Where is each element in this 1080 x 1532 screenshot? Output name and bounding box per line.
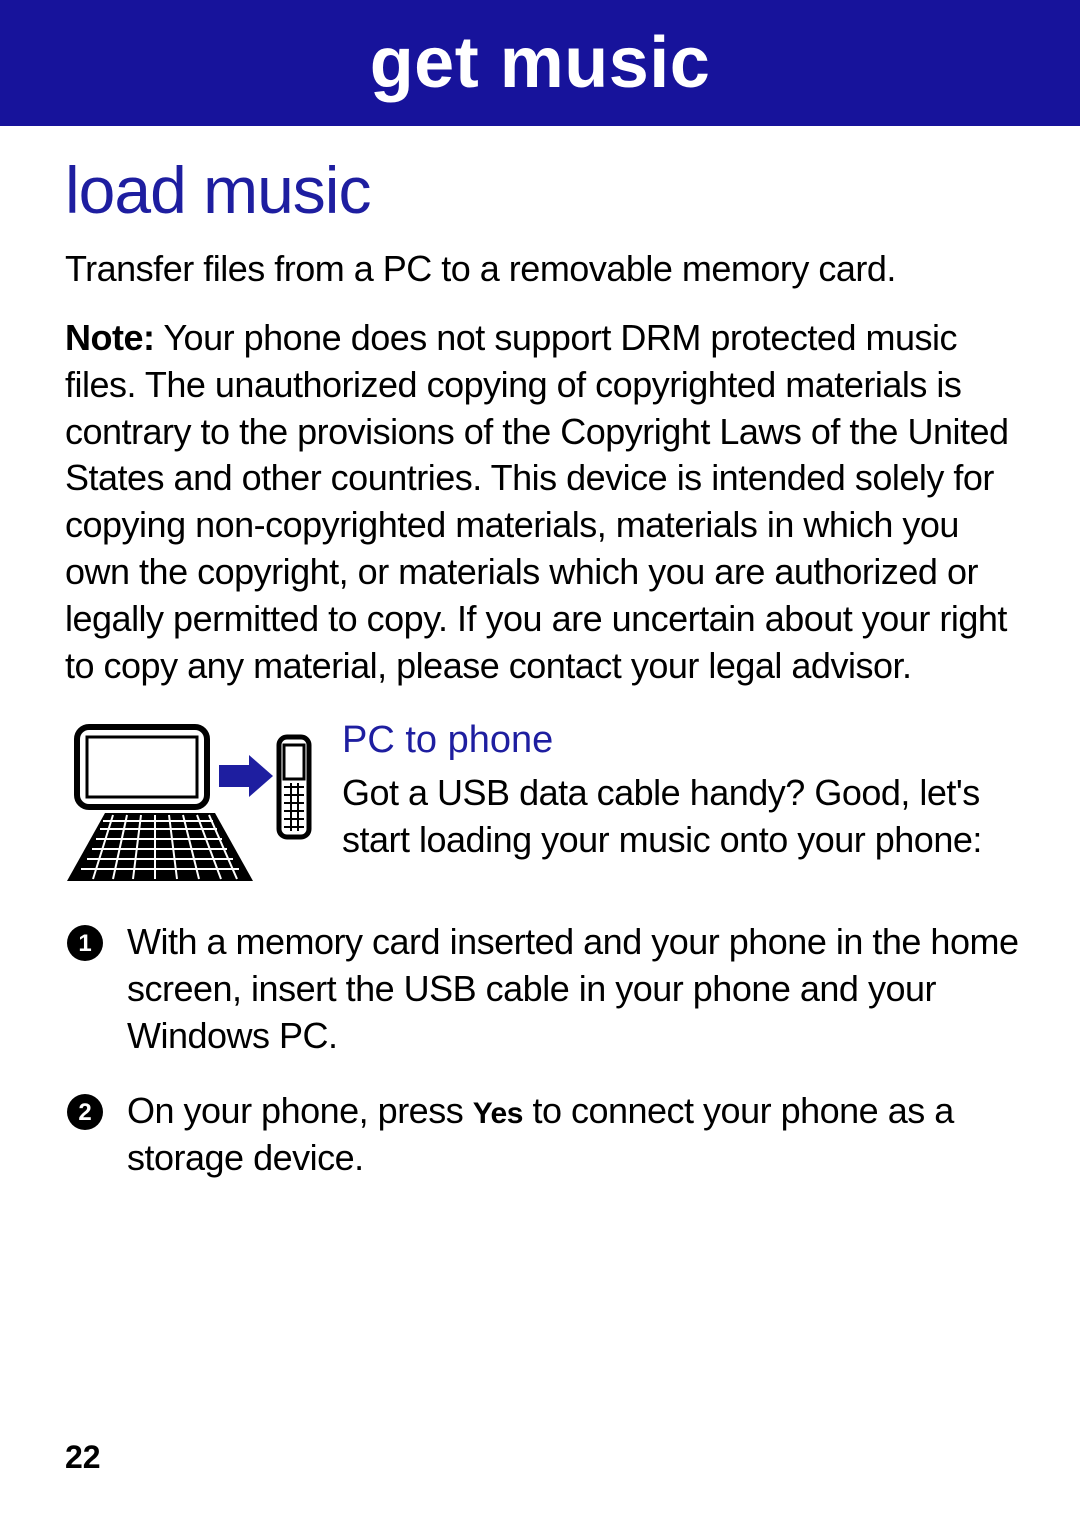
- step-text: On your phone, press Yes to connect your…: [127, 1088, 1025, 1182]
- step-item-2: 2 On your phone, press Yes to connect yo…: [65, 1088, 1025, 1182]
- step-number-icon: 2: [65, 1092, 105, 1132]
- step-item-1: 1 With a memory card inserted and your p…: [65, 919, 1025, 1059]
- svg-text:2: 2: [78, 1099, 91, 1126]
- manual-page: get music load music Transfer files from…: [0, 0, 1080, 1532]
- step-text: With a memory card inserted and your pho…: [127, 919, 1025, 1059]
- intro-text: Transfer files from a PC to a removable …: [65, 246, 1025, 291]
- page-banner: get music: [0, 0, 1080, 126]
- step-list: 1 With a memory card inserted and your p…: [65, 919, 1025, 1181]
- ui-key-yes: Yes: [473, 1097, 523, 1130]
- banner-title: get music: [370, 22, 711, 104]
- pc-to-phone-text: PC to phone Got a USB data cable handy? …: [342, 719, 1025, 864]
- note-paragraph: Note: Your phone does not support DRM pr…: [65, 315, 1025, 689]
- page-number: 22: [65, 1439, 101, 1476]
- step-text-before: On your phone, press: [127, 1090, 473, 1131]
- section-title: load music: [65, 152, 1025, 228]
- subsection-title: PC to phone: [342, 719, 1025, 762]
- note-label: Note:: [65, 317, 155, 358]
- subsection-body: Got a USB data cable handy? Good, let's …: [342, 770, 1025, 864]
- step-number-icon: 1: [65, 923, 105, 963]
- laptop-to-phone-icon: [65, 721, 320, 891]
- svg-text:1: 1: [78, 930, 91, 957]
- page-content: load music Transfer files from a PC to a…: [0, 126, 1080, 1181]
- note-body: Your phone does not support DRM protecte…: [65, 317, 1009, 686]
- pc-to-phone-block: PC to phone Got a USB data cable handy? …: [65, 719, 1025, 891]
